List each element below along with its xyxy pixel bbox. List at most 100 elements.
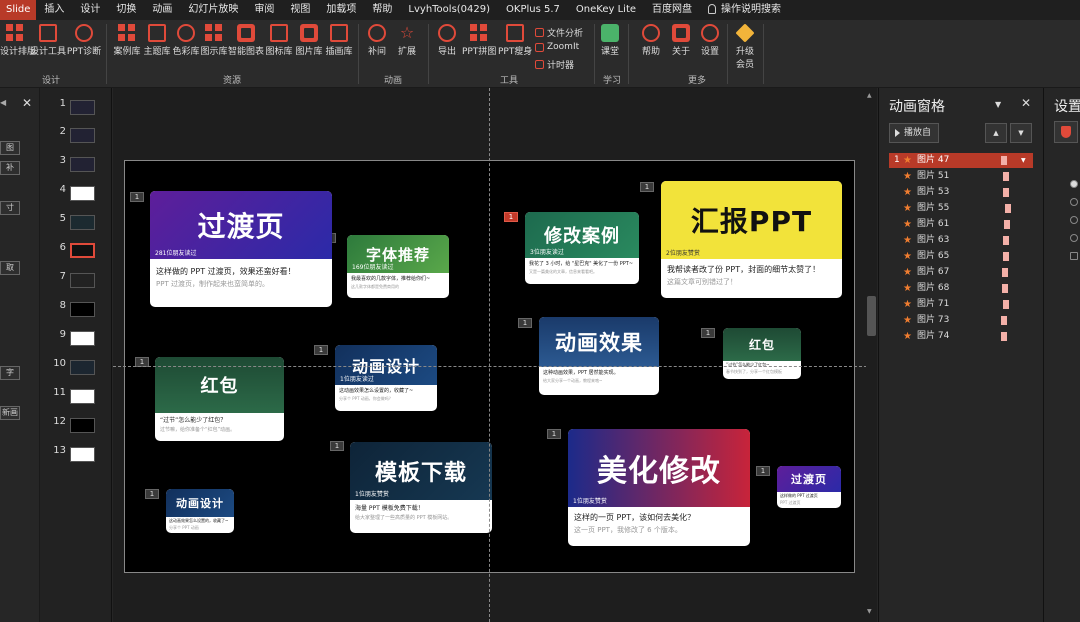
timing-bar[interactable] [1004, 220, 1010, 229]
animation-item[interactable]: ★ 图片 53 [889, 185, 1033, 200]
animation-item[interactable]: ★ 图片 55 [889, 201, 1033, 216]
article-card[interactable]: 汇报PPT 2位朋友赞赏 我帮读者改了份 PPT，封面的细节太赞了！ 这篇文章可… [661, 181, 842, 298]
animation-item[interactable]: ★ 图片 73 [889, 313, 1033, 328]
animation-tag[interactable]: 1 [701, 328, 715, 338]
left-tool-button[interactable]: 补 [0, 161, 20, 175]
slide-thumbnail[interactable] [70, 100, 95, 115]
menu-okplus[interactable]: OKPlus 5.7 [498, 0, 568, 20]
export-button[interactable]: 导出 [434, 24, 460, 57]
timing-bar[interactable] [1003, 172, 1009, 181]
menu-slideshow[interactable]: 幻灯片放映 [180, 0, 246, 20]
slide-thumbnail[interactable] [70, 215, 95, 230]
about-button[interactable]: 关于 [668, 24, 694, 57]
slide-thumbnail[interactable] [70, 186, 95, 201]
illustration-lib-button[interactable]: 插画库 [324, 24, 354, 57]
menu-animations[interactable]: 动画 [144, 0, 180, 20]
expand-button[interactable]: 扩展 [394, 24, 420, 57]
help-button[interactable]: 帮助 [638, 24, 664, 57]
slide-thumbnail[interactable] [70, 389, 95, 404]
animation-tag[interactable]: 1 [145, 489, 159, 499]
animation-item[interactable]: ★ 图片 51 [889, 169, 1033, 184]
left-tool-button[interactable]: 取 [0, 261, 20, 275]
article-card[interactable]: 美化修改 1位朋友赞赏 这样的一页 PPT，该如何去美化？ 这一页 PPT，我修… [568, 429, 750, 546]
item-dropdown-icon[interactable]: ▼ [1021, 153, 1026, 168]
animation-item[interactable]: ★ 图片 71 [889, 297, 1033, 312]
design-tools-button[interactable]: 设计工具 [30, 24, 66, 57]
slide-thumbnail[interactable] [70, 302, 95, 317]
animation-tag-selected[interactable]: 1 [504, 212, 518, 222]
article-card[interactable]: 过渡页 281位朋友读过 这样做的 PPT 过渡页，效果还蛮好看！ PPT 过渡… [150, 191, 332, 307]
animation-tag[interactable]: 1 [756, 466, 770, 476]
icon-lib-button[interactable]: 图标库 [264, 24, 294, 57]
design-layout-button[interactable]: 设计排版 [0, 24, 36, 57]
zoomit-button[interactable]: ZoomIt [535, 42, 579, 52]
timing-bar[interactable] [1001, 316, 1007, 325]
menu-baidu[interactable]: 百度网盘 [644, 0, 700, 20]
slide-thumbnail-selected[interactable] [70, 243, 95, 258]
animation-tag[interactable]: 1 [518, 318, 532, 328]
timing-bar[interactable] [1005, 204, 1011, 213]
article-card[interactable]: 动画设计 这动画效果怎么设置的，收藏了~ 分享个 PPT 动画 [166, 489, 234, 533]
timing-bar[interactable] [1002, 268, 1008, 277]
radio-option[interactable] [1070, 234, 1078, 242]
smart-chart-button[interactable]: 智能图表 [228, 24, 264, 57]
move-up-button[interactable]: ▲ [985, 123, 1007, 143]
timing-bar[interactable] [1003, 236, 1009, 245]
slide-thumbnail[interactable] [70, 331, 95, 346]
radio-option[interactable] [1070, 216, 1078, 224]
animation-item[interactable]: ★ 图片 63 [889, 233, 1033, 248]
radio-option[interactable] [1070, 180, 1078, 188]
timing-bar[interactable] [1003, 188, 1009, 197]
animation-tag[interactable]: 1 [640, 182, 654, 192]
article-card[interactable]: 模板下载 1位朋友赞赏 海量 PPT 模板免费下载！ 给大家整理了一些高质量的 … [350, 442, 492, 533]
close-icon[interactable]: ✕ [1021, 96, 1031, 110]
menu-help[interactable]: 帮助 [364, 0, 400, 20]
ppt-slim-button[interactable]: PPT瘦身 [498, 24, 532, 57]
animation-item[interactable]: ★ 图片 65 [889, 249, 1033, 264]
menu-transitions[interactable]: 切换 [108, 0, 144, 20]
menu-insert[interactable]: 插入 [36, 0, 72, 20]
slide-thumbnail[interactable] [70, 273, 95, 288]
upgrade-button[interactable]: 升级 会员 [732, 23, 758, 70]
tell-me-search[interactable]: 操作说明搜索 [700, 0, 789, 20]
collapse-arrow-icon[interactable]: ◀ [0, 98, 6, 107]
timing-bar[interactable] [1003, 252, 1009, 261]
timer-button[interactable]: 计时器 [535, 58, 574, 71]
left-tool-button[interactable]: 新画 [0, 406, 20, 420]
article-card[interactable]: 红包 “过节”怎么能少了红包？ 过节嘛，给你准备个“红包”动画。 [155, 357, 284, 441]
slide-thumbnail[interactable] [70, 418, 95, 433]
article-card[interactable]: 字体推荐 169位朋友读过 我最喜欢的几款字体，推荐给你们~ 这几款字体都是免费… [347, 235, 449, 298]
slide-thumbnail[interactable] [70, 360, 95, 375]
checkbox-option[interactable] [1070, 252, 1078, 260]
chart-lib-button[interactable]: 图示库 [200, 24, 228, 57]
settings-button[interactable]: 设置 [697, 24, 723, 57]
menu-slide[interactable]: Slide [0, 0, 37, 20]
scrollbar-thumb[interactable] [867, 296, 876, 336]
ppt-puzzle-button[interactable]: PPT拼图 [462, 24, 496, 57]
close-icon[interactable]: ✕ [22, 96, 32, 110]
slide-thumbnail[interactable] [70, 128, 95, 143]
left-tool-button[interactable]: 寸 [0, 201, 20, 215]
article-card[interactable]: 红包 “过节”怎么能少了红包~ 春节快到了，分享一个红包模板 [723, 328, 801, 379]
pane-options-chevron-icon[interactable]: ▼ [995, 100, 1001, 109]
animation-item[interactable]: ★ 图片 61 [889, 217, 1033, 232]
animation-tag[interactable]: 1 [130, 192, 144, 202]
animation-item[interactable]: ★ 图片 74 [889, 329, 1033, 344]
animation-tag[interactable]: 1 [330, 441, 344, 451]
slide-thumbnail[interactable] [70, 447, 95, 462]
menu-view[interactable]: 视图 [282, 0, 318, 20]
timing-bar[interactable] [1002, 284, 1008, 293]
article-card[interactable]: 动画设计 1位朋友读过 这动画效果怎么设置的，收藏了~ 分享个 PPT 动画，你… [335, 345, 437, 411]
scroll-up-icon[interactable]: ▲ [867, 92, 872, 99]
menu-review[interactable]: 审阅 [246, 0, 282, 20]
article-card[interactable]: 过渡页 这样做的 PPT 过渡页 PPT 过渡页 [777, 466, 841, 508]
play-from-button[interactable]: 播放自 [889, 123, 939, 143]
menu-lvyhtools[interactable]: LvyhTools(0429) [400, 0, 498, 20]
timing-bar[interactable] [1001, 156, 1007, 165]
left-tool-button[interactable]: 字 [0, 366, 20, 380]
timing-bar[interactable] [1001, 332, 1007, 341]
left-tool-button[interactable]: 图 [0, 141, 20, 155]
animation-item[interactable]: ★ 图片 68 [889, 281, 1033, 296]
article-card[interactable]: 修改案例 3位朋友读过 我花了 3 小时，给 "星巴克" 美化了一份 PPT~ … [525, 212, 639, 284]
menu-addins[interactable]: 加载项 [318, 0, 364, 20]
